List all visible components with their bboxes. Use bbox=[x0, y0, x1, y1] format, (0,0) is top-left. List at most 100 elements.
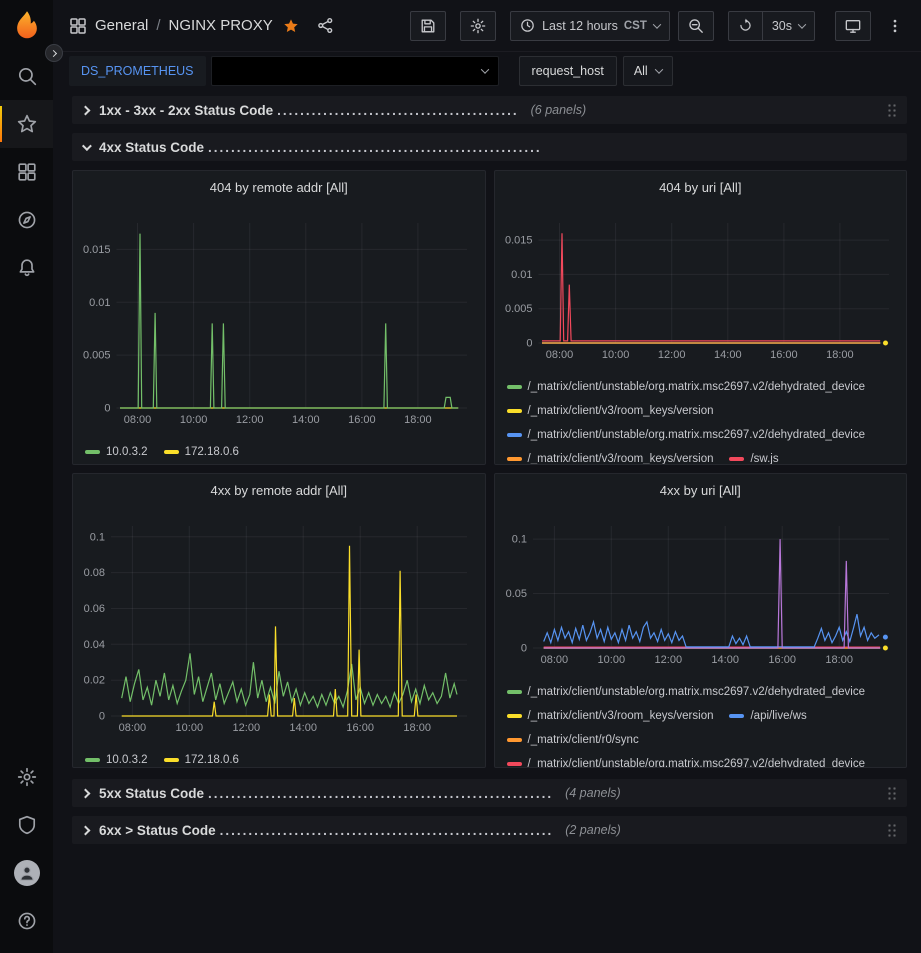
legend-item[interactable]: /_matrix/client/unstable/org.matrix.msc2… bbox=[507, 424, 866, 446]
favorite-star-button[interactable] bbox=[283, 18, 299, 34]
refresh-interval-label: 30s bbox=[772, 19, 792, 33]
sidebar-item-alerting[interactable] bbox=[0, 244, 53, 292]
sidebar-item-starred[interactable] bbox=[0, 100, 53, 148]
svg-text:08:00: 08:00 bbox=[545, 349, 573, 361]
panel-grid-4xx: 404 by remote addr [All] 00.0050.010.015… bbox=[72, 170, 907, 768]
request-host-variable-label[interactable]: request_host bbox=[519, 56, 617, 86]
request-host-select[interactable]: All bbox=[623, 56, 673, 86]
sidebar-item-dashboards[interactable] bbox=[0, 148, 53, 196]
apps-grid-icon bbox=[17, 162, 37, 182]
refresh-interval-dropdown[interactable]: 30s bbox=[763, 11, 815, 41]
panel-4xx-by-uri: 4xx by uri [All] 00.050.108:0010:0012:00… bbox=[494, 473, 908, 768]
gear-icon bbox=[470, 18, 486, 34]
save-dashboard-button[interactable] bbox=[410, 11, 446, 41]
topbar-actions: Last 12 hours CST 30s bbox=[410, 11, 907, 41]
panel-title[interactable]: 404 by remote addr [All] bbox=[81, 177, 477, 199]
svg-text:14:00: 14:00 bbox=[714, 349, 742, 361]
apps-grid-icon[interactable] bbox=[69, 17, 87, 35]
breadcrumb: General / NGINX PROXY bbox=[69, 17, 334, 35]
legend-item[interactable]: /_matrix/client/r0/sync bbox=[507, 729, 639, 751]
time-series-chart[interactable]: 00.0050.010.01508:0010:0012:0014:0016:00… bbox=[503, 215, 899, 366]
tv-icon bbox=[845, 18, 861, 34]
share-button[interactable] bbox=[317, 17, 334, 34]
sidebar-item-explore[interactable] bbox=[0, 196, 53, 244]
kebab-menu-icon bbox=[887, 17, 903, 35]
row-title: 1xx - 3xx - 2xx Status Code bbox=[99, 103, 273, 118]
legend-item[interactable]: /_matrix/client/v3/room_keys/version bbox=[507, 448, 714, 465]
legend-series-label: /_matrix/client/unstable/org.matrix.msc2… bbox=[528, 376, 866, 398]
sidebar-expand-button[interactable] bbox=[45, 44, 63, 62]
question-circle-icon bbox=[17, 911, 37, 931]
legend-item[interactable]: 172.18.0.6 bbox=[164, 441, 239, 463]
page-title: NGINX PROXY bbox=[169, 17, 273, 34]
time-range-label: Last 12 hours bbox=[542, 19, 618, 33]
chevron-down-icon bbox=[798, 20, 806, 28]
row-title-dots: ........................................… bbox=[208, 786, 553, 801]
legend-item[interactable]: /_matrix/client/unstable/org.matrix.msc2… bbox=[507, 376, 866, 398]
row-title-dots: ........................................… bbox=[277, 103, 519, 118]
legend-item[interactable]: /api/live/ws bbox=[729, 705, 806, 727]
legend-series-marker bbox=[507, 385, 522, 389]
row-header-5xx[interactable]: 5xx Status Code ........................… bbox=[72, 779, 907, 807]
legend-series-label: /_matrix/client/unstable/org.matrix.msc2… bbox=[528, 753, 866, 768]
bell-icon bbox=[17, 258, 37, 278]
datasource-variable-label[interactable]: DS_PROMETHEUS bbox=[69, 56, 206, 86]
svg-text:10:00: 10:00 bbox=[180, 414, 208, 426]
svg-text:14:00: 14:00 bbox=[292, 414, 320, 426]
svg-text:10:00: 10:00 bbox=[597, 654, 625, 666]
chevron-down-icon bbox=[653, 20, 661, 28]
row-header-1xx-3xx-2xx[interactable]: 1xx - 3xx - 2xx Status Code ............… bbox=[72, 96, 907, 124]
legend-item[interactable]: 172.18.0.6 bbox=[164, 749, 239, 768]
svg-text:12:00: 12:00 bbox=[657, 349, 685, 361]
chart-legend: 10.0.3.2 172.18.0.6 bbox=[81, 749, 477, 768]
breadcrumb-folder[interactable]: General bbox=[95, 17, 148, 34]
datasource-select[interactable] bbox=[211, 56, 499, 86]
time-range-picker[interactable]: Last 12 hours CST bbox=[510, 11, 670, 41]
drag-handle-icon[interactable] bbox=[887, 823, 897, 838]
nav-sidebar bbox=[0, 0, 53, 953]
legend-item[interactable]: /_matrix/client/unstable/org.matrix.msc2… bbox=[507, 753, 866, 768]
drag-handle-icon[interactable] bbox=[887, 786, 897, 801]
drag-handle-icon[interactable] bbox=[887, 103, 897, 118]
row-title: 6xx > Status Code bbox=[99, 823, 216, 838]
panel-title[interactable]: 4xx by remote addr [All] bbox=[81, 480, 477, 502]
legend-item[interactable]: /_matrix/client/unstable/org.matrix.msc2… bbox=[507, 681, 866, 703]
panel-title[interactable]: 4xx by uri [All] bbox=[503, 480, 899, 502]
row-header-6xx[interactable]: 6xx > Status Code ......................… bbox=[72, 816, 907, 844]
row-header-4xx[interactable]: 4xx Status Code ........................… bbox=[72, 133, 907, 161]
row-panel-count: (2 panels) bbox=[565, 823, 621, 837]
legend-item[interactable]: /_matrix/client/v3/room_keys/version bbox=[507, 705, 714, 727]
kiosk-mode-button[interactable] bbox=[835, 11, 871, 41]
request-host-select-value: All bbox=[634, 64, 648, 78]
sidebar-item-security[interactable] bbox=[0, 801, 53, 849]
refresh-button[interactable] bbox=[728, 11, 763, 41]
svg-text:0: 0 bbox=[104, 403, 110, 415]
time-series-chart[interactable]: 00.050.108:0010:0012:0014:0016:0018:00 bbox=[503, 518, 899, 671]
sidebar-item-search[interactable] bbox=[0, 52, 53, 100]
sidebar-item-help[interactable] bbox=[0, 897, 53, 945]
sidebar-nav-bottom bbox=[0, 753, 53, 953]
chevron-right-icon bbox=[81, 788, 91, 798]
svg-text:0.05: 0.05 bbox=[505, 588, 526, 600]
dashboard-scroll-area: 1xx - 3xx - 2xx Status Code ............… bbox=[53, 90, 921, 953]
svg-text:0.01: 0.01 bbox=[89, 297, 110, 309]
svg-text:16:00: 16:00 bbox=[768, 654, 796, 666]
zoom-out-time-button[interactable] bbox=[678, 11, 714, 41]
svg-text:12:00: 12:00 bbox=[654, 654, 682, 666]
breadcrumb-divider: / bbox=[156, 17, 160, 34]
time-series-chart[interactable]: 00.020.040.060.080.108:0010:0012:0014:00… bbox=[81, 518, 477, 739]
sidebar-item-profile[interactable] bbox=[0, 849, 53, 897]
grafana-logo[interactable] bbox=[0, 0, 53, 52]
legend-item[interactable]: 10.0.3.2 bbox=[85, 749, 148, 768]
sidebar-item-settings[interactable] bbox=[0, 753, 53, 801]
grafana-dashboard-screen: General / NGINX PROXY Last 12 hours CST bbox=[0, 0, 921, 953]
legend-item[interactable]: 10.0.3.2 bbox=[85, 441, 148, 463]
time-series-chart[interactable]: 00.0050.010.01508:0010:0012:0014:0016:00… bbox=[81, 215, 477, 431]
legend-item[interactable]: /_matrix/client/v3/room_keys/version bbox=[507, 400, 714, 422]
more-options-button[interactable] bbox=[883, 17, 907, 35]
panel-title[interactable]: 404 by uri [All] bbox=[503, 177, 899, 199]
row-title-dots: ........................................… bbox=[220, 823, 554, 838]
refresh-icon bbox=[738, 18, 753, 33]
dashboard-settings-button[interactable] bbox=[460, 11, 496, 41]
legend-item[interactable]: /sw.js bbox=[729, 448, 778, 465]
